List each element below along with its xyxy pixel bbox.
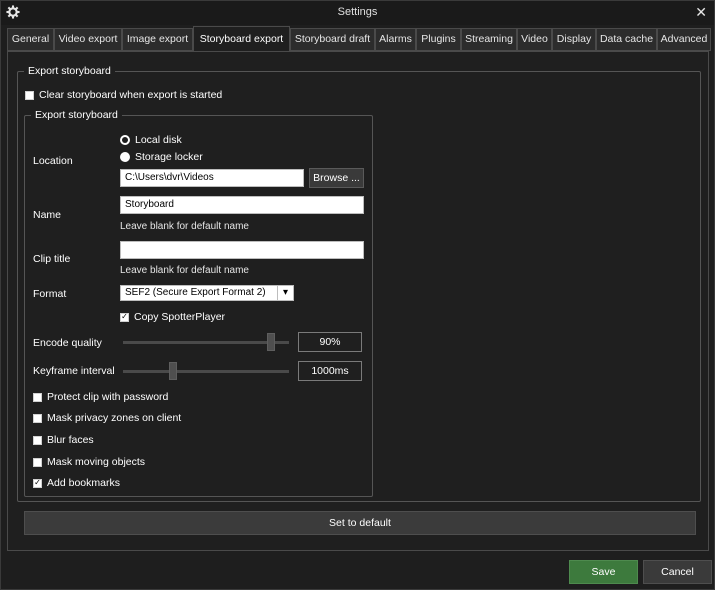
name-hint: Leave blank for default name [120, 221, 249, 232]
tab-advanced[interactable]: Advanced [657, 28, 711, 51]
chevron-down-icon[interactable]: ▾ [277, 286, 293, 300]
window-title: Settings [337, 6, 378, 18]
checkbox-box[interactable] [25, 90, 34, 100]
keyframe-interval-label: Keyframe interval [33, 365, 115, 377]
radio-storage-locker[interactable]: Storage locker [120, 151, 203, 163]
clear-storyboard-checkbox[interactable]: Clear storyboard when export is started [25, 89, 222, 101]
browse-button[interactable]: Browse ... [309, 168, 364, 188]
clip-title-input[interactable] [120, 241, 364, 259]
outer-group-title: Export storyboard [24, 65, 115, 77]
mask-privacy-label: Mask privacy zones on client [47, 412, 182, 424]
tab-storyboard-draft[interactable]: Storyboard draft [290, 28, 375, 51]
name-label: Name [33, 209, 62, 221]
encode-quality-value[interactable]: 90% [298, 332, 362, 352]
location-label: Location [33, 155, 73, 167]
title-bar: Settings ✕ [1, 1, 714, 25]
blur-faces-checkbox[interactable]: Blur faces [33, 434, 94, 446]
tab-image-export[interactable]: Image export [122, 28, 193, 51]
encode-quality-label: Encode quality [33, 337, 102, 349]
name-input[interactable]: Storyboard [120, 196, 364, 214]
location-path-input[interactable]: C:\Users\dvr\Videos [120, 169, 304, 187]
radio-local-disk[interactable]: Local disk [120, 134, 182, 146]
save-button[interactable]: Save [569, 560, 638, 584]
settings-window: Settings ✕ General Video export Image ex… [0, 0, 715, 590]
encode-quality-slider-thumb[interactable] [267, 333, 275, 351]
tab-general[interactable]: General [7, 28, 54, 51]
keyframe-interval-slider-track[interactable] [123, 370, 289, 373]
local-disk-label: Local disk [135, 134, 182, 146]
tab-display[interactable]: Display [552, 28, 596, 51]
radio-button[interactable] [120, 152, 130, 162]
encode-quality-slider-track[interactable] [123, 341, 289, 344]
mask-privacy-checkbox[interactable]: Mask privacy zones on client [33, 412, 181, 424]
mask-moving-objects-label: Mask moving objects [47, 456, 146, 468]
mask-moving-objects-checkbox[interactable]: Mask moving objects [33, 456, 145, 468]
storage-locker-label: Storage locker [135, 151, 203, 163]
add-bookmarks-checkbox[interactable]: ✓ Add bookmarks [33, 477, 120, 489]
clip-title-hint: Leave blank for default name [120, 265, 249, 276]
tab-streaming[interactable]: Streaming [461, 28, 517, 51]
keyframe-interval-slider-thumb[interactable] [169, 362, 177, 380]
tab-storyboard-export[interactable]: Storyboard export [193, 26, 290, 52]
tab-content: Export storyboard Clear storyboard when … [7, 51, 709, 551]
protect-password-checkbox[interactable]: Protect clip with password [33, 391, 168, 403]
radio-button-selected[interactable] [120, 135, 130, 145]
checkbox-box[interactable] [33, 413, 42, 423]
clear-storyboard-label: Clear storyboard when export is started [39, 89, 223, 101]
close-icon[interactable]: ✕ [695, 4, 707, 21]
keyframe-interval-value[interactable]: 1000ms [298, 361, 362, 381]
tab-data-cache[interactable]: Data cache [596, 28, 657, 51]
cancel-button[interactable]: Cancel [643, 560, 712, 584]
blur-faces-label: Blur faces [47, 434, 94, 446]
clip-title-label: Clip title [33, 253, 71, 265]
format-select[interactable]: SEF2 (Secure Export Format 2) ▾ [120, 285, 294, 301]
set-to-default-button[interactable]: Set to default [24, 511, 696, 535]
copy-spotterplayer-checkbox[interactable]: ✓ Copy SpotterPlayer [120, 311, 225, 323]
copy-spotterplayer-label: Copy SpotterPlayer [134, 311, 226, 323]
checkbox-box[interactable] [33, 457, 42, 467]
inner-group-title: Export storyboard [31, 109, 122, 121]
checkbox-box[interactable] [33, 435, 42, 445]
checkbox-box-checked[interactable]: ✓ [33, 478, 42, 488]
format-label: Format [33, 288, 67, 300]
protect-password-label: Protect clip with password [47, 391, 169, 403]
tab-video[interactable]: Video [517, 28, 552, 51]
tab-plugins[interactable]: Plugins [416, 28, 461, 51]
checkbox-box[interactable] [33, 392, 42, 402]
tab-video-export[interactable]: Video export [54, 28, 122, 51]
checkbox-box-checked[interactable]: ✓ [120, 312, 129, 322]
add-bookmarks-label: Add bookmarks [47, 477, 120, 489]
format-value: SEF2 (Secure Export Format 2) [125, 287, 266, 298]
tab-alarms[interactable]: Alarms [375, 28, 416, 51]
